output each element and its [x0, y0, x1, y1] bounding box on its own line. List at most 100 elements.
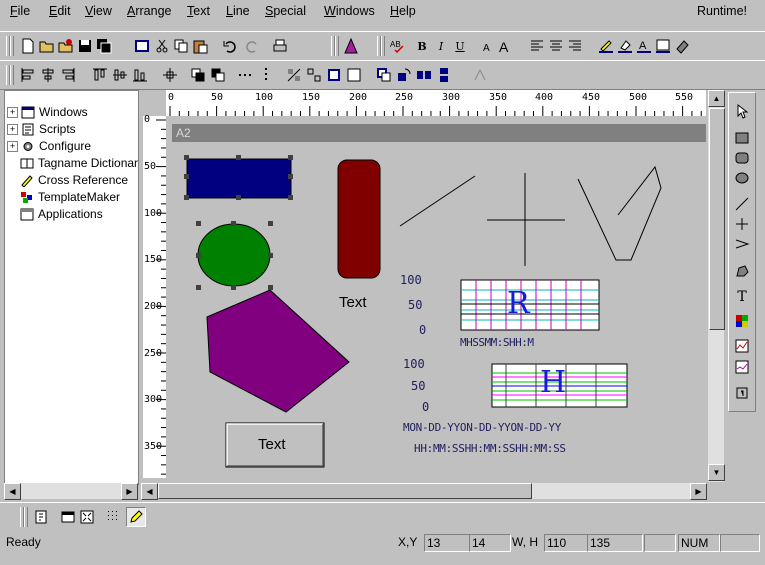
toolbar-grip[interactable] [10, 36, 14, 56]
copy-icon[interactable] [173, 38, 189, 54]
menu-edit[interactable]: Edit [49, 4, 71, 18]
hv-line-tool-icon[interactable] [734, 216, 750, 232]
space-horizontal-icon[interactable] [238, 67, 254, 83]
toolbar-grip[interactable] [335, 36, 339, 56]
button-object-label[interactable]: Text [258, 436, 286, 453]
polyline-tool-icon[interactable] [734, 236, 750, 252]
selection-handle[interactable] [236, 155, 241, 160]
bold-icon[interactable]: B [414, 38, 430, 54]
window-properties-icon[interactable] [134, 38, 150, 54]
select-tool-icon[interactable] [734, 103, 750, 119]
selection-handle[interactable] [231, 285, 236, 290]
text-smaller-icon[interactable]: A [480, 38, 496, 54]
break-cell-icon[interactable] [306, 67, 322, 83]
bring-to-front-icon[interactable] [190, 67, 206, 83]
make-symbol-icon[interactable] [326, 67, 342, 83]
tree-item-tagname-dictionary[interactable]: Tagname Dictionary [20, 155, 138, 171]
selection-handle[interactable] [288, 174, 293, 179]
menu-special[interactable]: Special [265, 4, 306, 18]
align-tops-icon[interactable] [92, 67, 108, 83]
send-to-back-icon[interactable] [210, 67, 226, 83]
canvas-vertical-scrollbar[interactable]: ▲ ▼ [708, 90, 725, 482]
align-center-points-icon[interactable] [162, 67, 178, 83]
scroll-down-button[interactable]: ▼ [708, 464, 725, 481]
align-left-edges-icon[interactable] [20, 67, 36, 83]
filled-rectangle[interactable] [186, 158, 292, 199]
open-window-icon[interactable] [58, 38, 74, 54]
print-icon[interactable] [272, 38, 288, 54]
selection-handle[interactable] [231, 221, 236, 226]
space-vertical-icon[interactable] [258, 67, 274, 83]
selection-handle[interactable] [196, 253, 201, 258]
tree-item-windows[interactable]: + Windows [7, 104, 88, 120]
menu-text[interactable]: Text [187, 4, 210, 18]
scroll-thumb[interactable] [709, 108, 725, 330]
wizard-selector-icon[interactable] [33, 509, 49, 525]
menu-help[interactable]: Help [390, 4, 416, 18]
expand-icon[interactable]: + [7, 140, 18, 152]
underline-icon[interactable]: U [452, 38, 468, 54]
align-middles-icon[interactable] [112, 67, 128, 83]
rotate-icon[interactable] [396, 67, 412, 83]
full-screen-icon[interactable] [79, 509, 95, 525]
align-bottoms-icon[interactable] [132, 67, 148, 83]
align-right-edges-icon[interactable] [60, 67, 76, 83]
scroll-right-button[interactable]: ▶ [690, 483, 707, 500]
text-larger-icon[interactable]: A [498, 38, 514, 54]
italic-icon[interactable]: I [433, 38, 449, 54]
grid-icon[interactable] [106, 509, 122, 525]
align-centers-icon[interactable] [40, 67, 56, 83]
save-icon[interactable] [77, 38, 93, 54]
polyline-shape[interactable] [577, 165, 662, 261]
toolbar-grip[interactable] [381, 36, 385, 56]
window-title-bar[interactable] [172, 124, 706, 142]
selection-handle[interactable] [184, 155, 189, 160]
scroll-left-button[interactable]: ◀ [141, 483, 158, 500]
line-color-icon[interactable] [598, 38, 614, 54]
selection-handle[interactable] [268, 253, 273, 258]
selection-handle[interactable] [184, 174, 189, 179]
historical-trend-chart[interactable] [460, 279, 600, 331]
tree-item-cross-reference[interactable]: Cross Reference [20, 172, 128, 188]
text-color-icon[interactable]: A [636, 38, 652, 54]
paste-icon[interactable] [192, 38, 208, 54]
polygon-tool-icon[interactable] [734, 263, 750, 279]
scroll-left-button[interactable]: ◀ [4, 483, 21, 500]
runtime-mode-switch[interactable]: Runtime! [697, 4, 747, 18]
scroll-up-button[interactable]: ▲ [708, 90, 725, 107]
menu-file[interactable]: File [10, 4, 30, 18]
realtime-trend-tool-icon[interactable] [734, 338, 750, 354]
align-center-icon[interactable] [548, 38, 564, 54]
button-tool-icon[interactable] [734, 385, 750, 401]
scroll-right-button[interactable]: ▶ [121, 483, 138, 500]
window-color-icon[interactable] [655, 38, 671, 54]
flip-horizontal-icon[interactable] [416, 67, 432, 83]
menu-windows[interactable]: Windows [324, 4, 375, 18]
toolbar-grip[interactable] [10, 65, 14, 85]
menu-arrange[interactable]: Arrange [127, 4, 171, 18]
new-icon[interactable] [20, 38, 36, 54]
break-symbol-icon[interactable] [346, 67, 362, 83]
rounded-rectangle-tool-icon[interactable] [734, 150, 750, 166]
line-shape[interactable] [399, 175, 476, 227]
menu-view[interactable]: View [85, 4, 112, 18]
bitmap-tool-icon[interactable] [734, 313, 750, 329]
tree-item-applications[interactable]: Applications [20, 206, 103, 222]
tree-item-templatemaker[interactable]: TemplateMaker [20, 189, 120, 205]
historical-trend-tool-icon[interactable] [734, 359, 750, 375]
fill-color-icon[interactable] [617, 38, 633, 54]
scroll-thumb[interactable] [158, 483, 532, 499]
rounded-rectangle[interactable] [337, 159, 381, 279]
align-right-icon[interactable] [567, 38, 583, 54]
selection-handle[interactable] [196, 285, 201, 290]
ellipse-tool-icon[interactable] [734, 170, 750, 186]
spell-check-icon[interactable]: AB [389, 38, 405, 54]
flip-vertical-icon[interactable] [436, 67, 452, 83]
menu-line[interactable]: Line [226, 4, 250, 18]
toolbar-grip[interactable] [24, 507, 28, 527]
duplicate-icon[interactable] [376, 67, 392, 83]
cut-icon[interactable] [154, 38, 170, 54]
align-left-icon[interactable] [529, 38, 545, 54]
make-cell-icon[interactable] [286, 67, 302, 83]
tree-horizontal-scrollbar[interactable]: ◀ ▶ [4, 483, 138, 500]
